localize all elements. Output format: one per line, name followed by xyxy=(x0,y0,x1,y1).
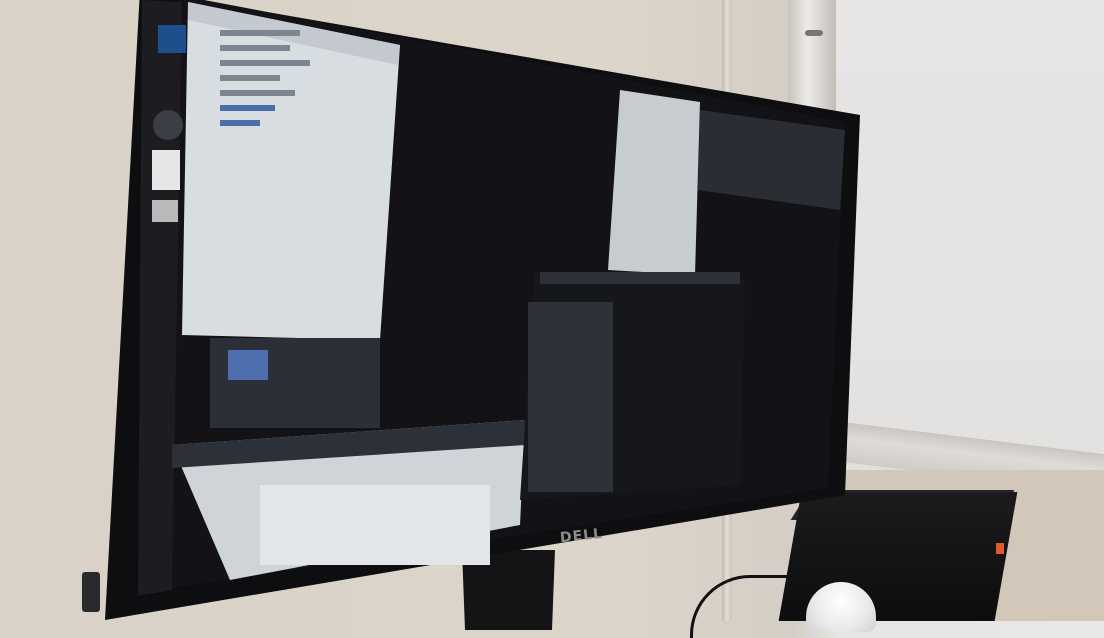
bottom-window-table xyxy=(260,485,490,565)
monitor xyxy=(100,0,860,630)
text-line xyxy=(220,90,295,96)
dock-icon-2 xyxy=(152,150,180,190)
photo-scene: DELL xyxy=(0,0,1104,638)
text-line xyxy=(220,75,280,81)
dock-icon-3 xyxy=(152,200,178,222)
text-line xyxy=(220,60,310,66)
text-line xyxy=(220,30,300,36)
small-window xyxy=(608,90,700,275)
terminal-text-column xyxy=(528,302,613,492)
text-line xyxy=(220,45,290,51)
text-line xyxy=(220,120,260,126)
text-line xyxy=(220,105,275,111)
dock-icon-4 xyxy=(158,25,186,53)
image-thumbnail-detail xyxy=(228,350,268,380)
monitor-drawing xyxy=(105,0,860,630)
wall-outlet xyxy=(82,572,100,612)
dock-icon-1 xyxy=(153,110,183,140)
pc-power-led xyxy=(996,543,1004,554)
terminal-titlebar xyxy=(540,272,740,284)
